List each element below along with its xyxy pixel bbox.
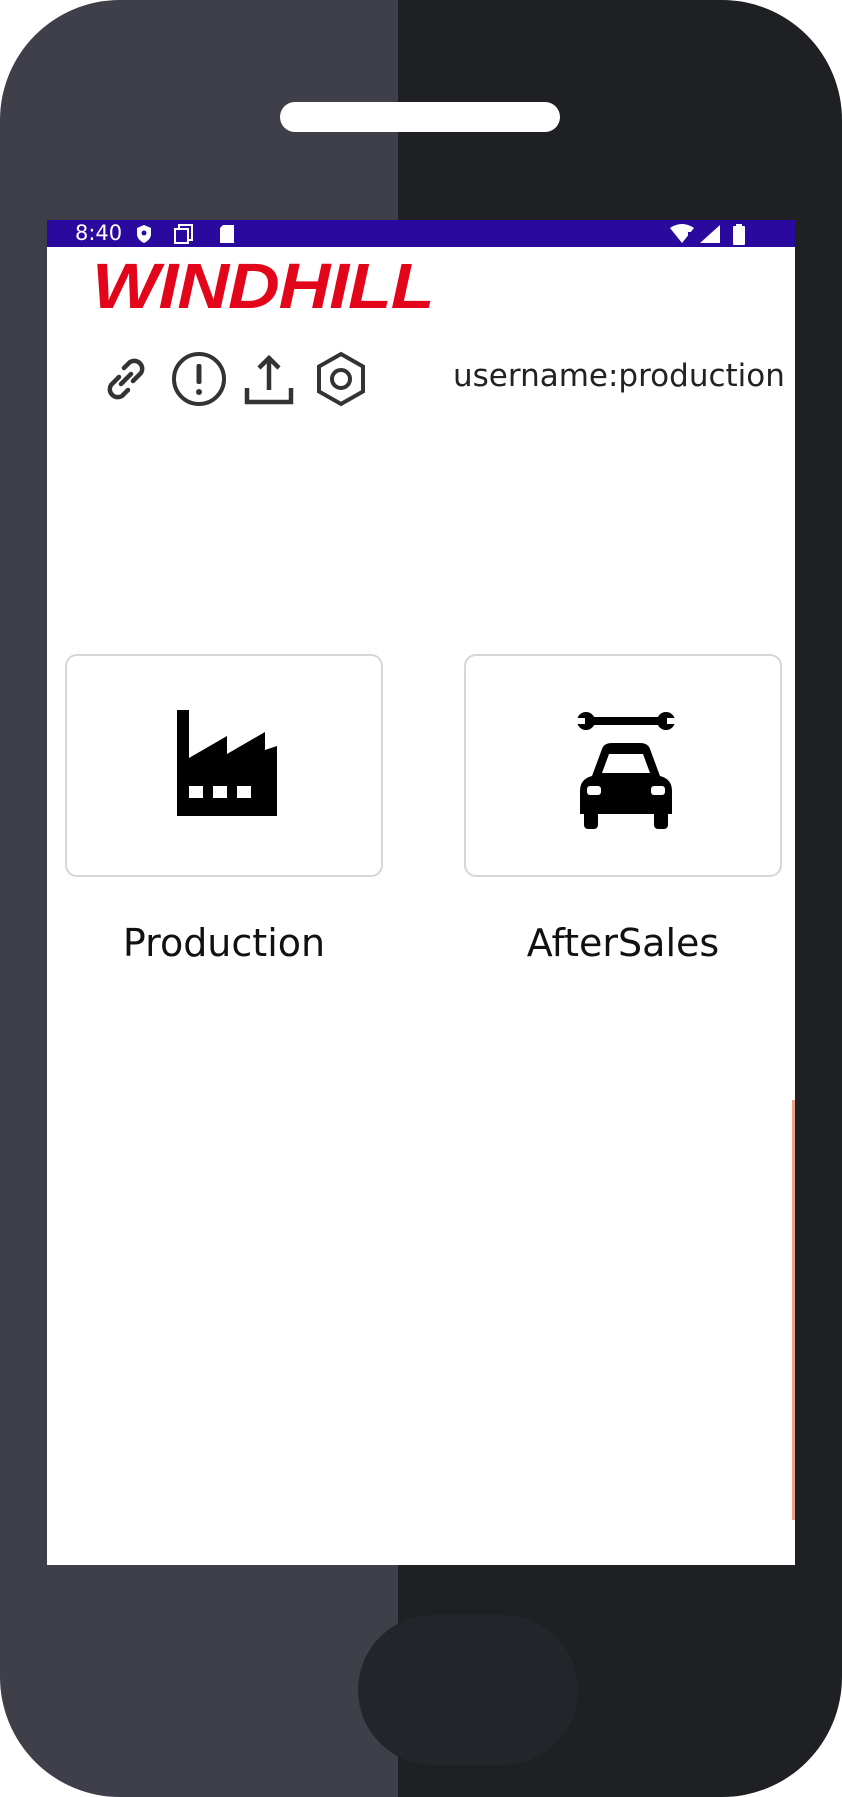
production-tile-label: Production — [122, 921, 326, 965]
aftersales-tile[interactable] — [464, 654, 782, 877]
upload-icon[interactable] — [240, 350, 298, 408]
sim-card-icon — [220, 225, 234, 243]
production-tile[interactable] — [65, 654, 383, 877]
wifi-alert-icon — [670, 224, 694, 243]
link-icon[interactable] — [97, 350, 155, 408]
car-service-icon — [576, 712, 676, 829]
windhill-logo: WINDHILL — [92, 250, 435, 322]
phone-frame: 8:40 WINDHILL username:production Produc… — [0, 0, 842, 1797]
settings-hex-icon[interactable] — [312, 350, 370, 408]
shield-icon — [137, 225, 151, 243]
app-screen: 8:40 WINDHILL username:production Produc… — [47, 220, 795, 1565]
alert-circle-icon[interactable] — [170, 350, 228, 408]
factory-icon — [177, 710, 277, 816]
phone-home-button[interactable] — [358, 1615, 578, 1765]
document-icon — [174, 224, 193, 244]
username-label: username:production — [453, 358, 785, 394]
edge-highlight — [792, 1100, 795, 1520]
status-bar: 8:40 — [47, 220, 795, 247]
battery-icon — [733, 224, 745, 245]
status-time: 8:40 — [75, 221, 123, 245]
aftersales-tile-label: AfterSales — [526, 921, 720, 965]
cellular-signal-icon — [700, 225, 720, 243]
phone-speaker — [280, 102, 560, 132]
